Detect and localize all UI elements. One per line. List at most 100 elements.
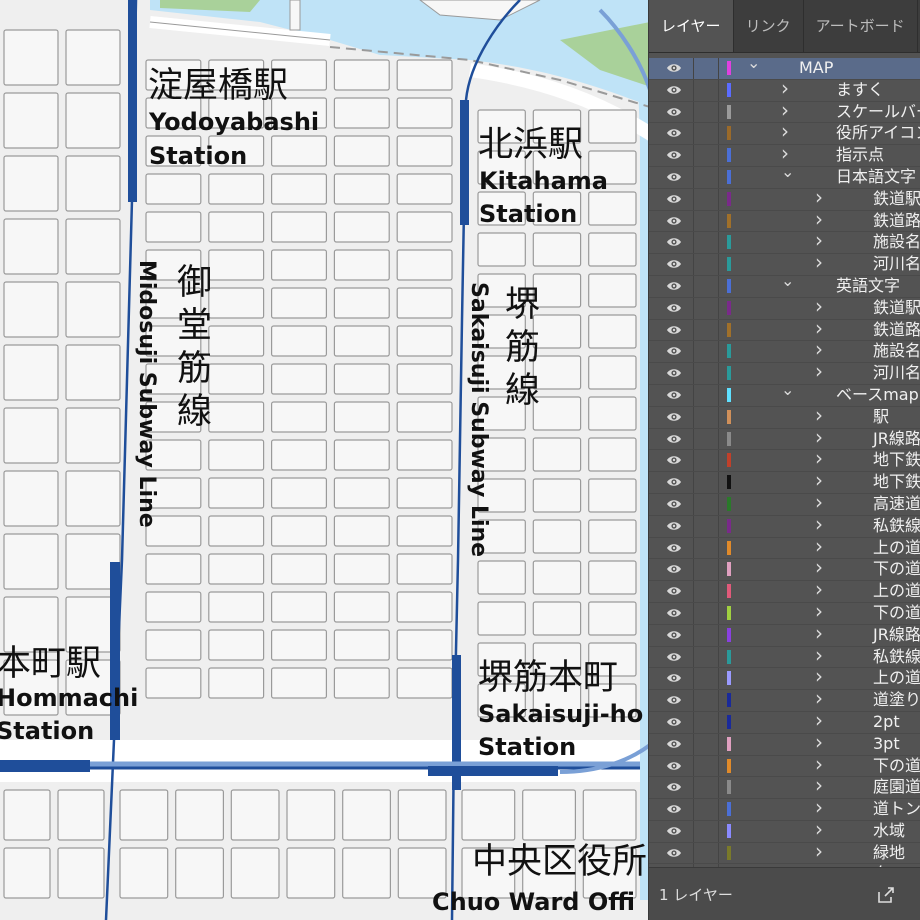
visibility-eye-icon[interactable] <box>666 846 682 860</box>
visibility-eye-icon[interactable] <box>666 693 682 707</box>
visibility-eye-icon[interactable] <box>666 606 682 620</box>
layer-row[interactable]: › 鉄道駅 <box>649 187 920 211</box>
layer-row[interactable]: › 私鉄線 <box>649 514 920 538</box>
visibility-eye-icon[interactable] <box>666 715 682 729</box>
chevron-right-icon[interactable]: › <box>815 841 823 861</box>
layer-row[interactable]: › 地下鉄 <box>649 448 920 473</box>
visibility-eye-icon[interactable] <box>666 562 682 576</box>
visibility-eye-icon[interactable] <box>666 323 682 337</box>
chevron-right-icon[interactable]: › <box>815 361 823 381</box>
tab-artboards[interactable]: アートボード <box>804 0 918 52</box>
layer-row[interactable]: › 水域 <box>649 819 920 843</box>
visibility-eye-icon[interactable] <box>666 497 682 511</box>
layer-row[interactable]: › 地下鉄 <box>649 470 920 494</box>
chevron-right-icon[interactable]: › <box>781 100 789 120</box>
chevron-right-icon[interactable]: › <box>815 492 823 512</box>
chevron-right-icon[interactable]: › <box>815 775 823 795</box>
layer-row[interactable]: › 私鉄線 <box>649 645 920 669</box>
chevron-right-icon[interactable]: › <box>815 339 823 359</box>
chevron-right-icon[interactable]: › <box>815 666 823 686</box>
chevron-right-icon[interactable]: › <box>815 252 823 272</box>
visibility-eye-icon[interactable] <box>666 671 682 685</box>
chevron-right-icon[interactable]: › <box>781 143 789 163</box>
visibility-eye-icon[interactable] <box>666 148 682 162</box>
visibility-eye-icon[interactable] <box>666 432 682 446</box>
chevron-right-icon[interactable]: › <box>815 187 823 207</box>
visibility-eye-icon[interactable] <box>666 802 682 816</box>
layer-row[interactable]: › 道トンネル <box>649 797 920 821</box>
visibility-eye-icon[interactable] <box>666 83 682 97</box>
visibility-eye-icon[interactable] <box>666 628 682 642</box>
layer-row[interactable]: ⌄ ベースmap <box>649 380 920 407</box>
layer-row[interactable]: › 下の道 <box>649 601 920 625</box>
visibility-eye-icon[interactable] <box>666 388 682 402</box>
chevron-down-icon[interactable]: ⌄ <box>747 53 760 73</box>
visibility-eye-icon[interactable] <box>666 759 682 773</box>
visibility-eye-icon[interactable] <box>666 410 682 424</box>
visibility-eye-icon[interactable] <box>666 279 682 293</box>
layer-row[interactable]: ⌄ 日本語文字 <box>649 162 920 189</box>
layer-row[interactable]: › 上の道 <box>649 666 920 691</box>
layer-row[interactable]: › 高速道路 <box>649 492 920 516</box>
chevron-right-icon[interactable]: › <box>815 230 823 250</box>
layer-row[interactable]: › 駅 <box>649 405 920 429</box>
layer-row[interactable]: › 施設名 <box>649 339 920 364</box>
visibility-eye-icon[interactable] <box>666 824 682 838</box>
chevron-right-icon[interactable]: › <box>815 754 823 774</box>
tab-layers[interactable]: レイヤー <box>649 0 734 52</box>
visibility-eye-icon[interactable] <box>666 192 682 206</box>
visibility-eye-icon[interactable] <box>666 519 682 533</box>
visibility-eye-icon[interactable] <box>666 301 682 315</box>
chevron-right-icon[interactable]: › <box>815 405 823 425</box>
visibility-eye-icon[interactable] <box>666 170 682 184</box>
chevron-down-icon[interactable]: ⌄ <box>781 162 794 182</box>
chevron-right-icon[interactable]: › <box>781 121 789 141</box>
chevron-right-icon[interactable]: › <box>815 318 823 338</box>
layer-row[interactable]: › 緑地 <box>649 841 920 865</box>
chevron-right-icon[interactable]: › <box>815 579 823 599</box>
chevron-right-icon[interactable]: › <box>815 209 823 229</box>
layer-row[interactable]: › 鉄道駅 <box>649 296 920 320</box>
chevron-right-icon[interactable]: › <box>815 645 823 665</box>
chevron-right-icon[interactable]: › <box>815 470 823 490</box>
visibility-eye-icon[interactable] <box>666 214 682 228</box>
visibility-eye-icon[interactable] <box>666 475 682 489</box>
chevron-right-icon[interactable]: › <box>815 427 823 447</box>
tab-links[interactable]: リンク <box>734 0 804 52</box>
chevron-right-icon[interactable]: › <box>815 819 823 839</box>
chevron-down-icon[interactable]: ⌄ <box>781 380 794 400</box>
chevron-right-icon[interactable]: › <box>815 797 823 817</box>
visibility-eye-icon[interactable] <box>666 235 682 249</box>
visibility-eye-icon[interactable] <box>666 541 682 555</box>
layer-row[interactable]: › 庭園道 <box>649 775 920 800</box>
visibility-eye-icon[interactable] <box>666 737 682 751</box>
chevron-right-icon[interactable]: › <box>781 78 789 98</box>
export-icon[interactable] <box>877 886 895 904</box>
chevron-right-icon[interactable]: › <box>815 688 823 708</box>
layer-row[interactable]: › 上の道 <box>649 579 920 603</box>
chevron-right-icon[interactable]: › <box>815 601 823 621</box>
visibility-eye-icon[interactable] <box>666 780 682 794</box>
visibility-eye-icon[interactable] <box>666 453 682 467</box>
chevron-right-icon[interactable]: › <box>815 623 823 643</box>
chevron-right-icon[interactable]: › <box>815 296 823 316</box>
layer-row[interactable]: › 鉄道路線 <box>649 209 920 233</box>
chevron-right-icon[interactable]: › <box>815 514 823 534</box>
layer-row[interactable]: ⌄ 英語文字 <box>649 271 920 298</box>
visibility-eye-icon[interactable] <box>666 105 682 119</box>
layer-row[interactable]: › JR線路 <box>649 623 920 647</box>
layer-row[interactable]: › 施設名 <box>649 230 920 255</box>
chevron-right-icon[interactable]: › <box>815 710 823 730</box>
layer-row[interactable]: › 鉄道路線 <box>649 318 920 342</box>
layer-row[interactable]: › 下の道 <box>649 557 920 582</box>
layer-row[interactable]: › JR線路 <box>649 427 920 451</box>
chevron-right-icon[interactable]: › <box>815 448 823 468</box>
visibility-eye-icon[interactable] <box>666 344 682 358</box>
visibility-eye-icon[interactable] <box>666 257 682 271</box>
layer-row[interactable]: › 3pt <box>649 732 920 756</box>
visibility-eye-icon[interactable] <box>666 61 682 75</box>
chevron-right-icon[interactable]: › <box>815 557 823 577</box>
layer-row[interactable]: › 2pt <box>649 710 920 734</box>
chevron-right-icon[interactable]: › <box>815 536 823 556</box>
visibility-eye-icon[interactable] <box>666 650 682 664</box>
